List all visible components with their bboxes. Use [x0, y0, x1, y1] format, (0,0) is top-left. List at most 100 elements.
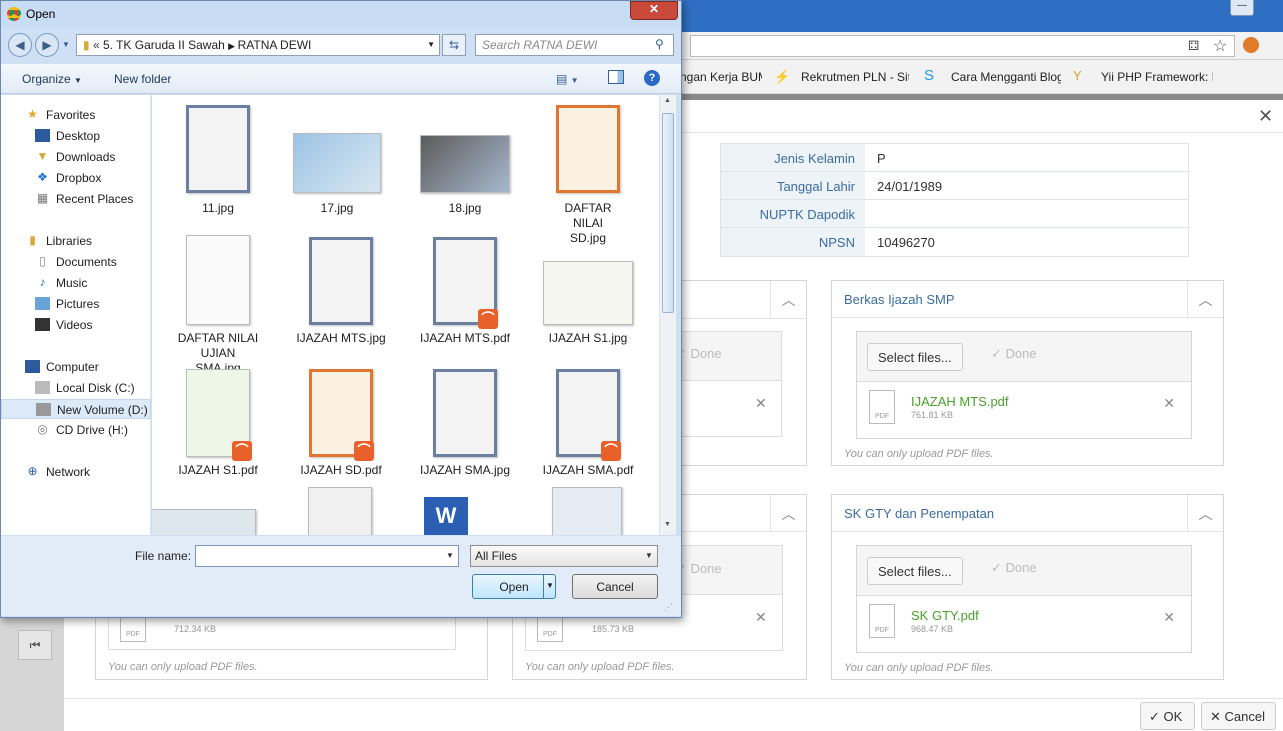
- nav-libraries[interactable]: ▮ Libraries: [1, 231, 151, 251]
- file-item[interactable]: DAFTAR NILAI SD.jpg: [529, 103, 647, 245]
- file-item[interactable]: ⌒ IJAZAH S1.pdf: [159, 367, 277, 497]
- dialog-cancel-button[interactable]: Cancel: [572, 574, 658, 599]
- file-name-dropdown-icon[interactable]: ▼: [446, 551, 454, 560]
- search-input[interactable]: Search RATNA DEWI: [475, 34, 674, 56]
- nav-label: New Volume (D:): [57, 403, 148, 417]
- new-folder-button[interactable]: New folder: [114, 72, 171, 86]
- nav-computer[interactable]: Computer: [1, 357, 151, 377]
- image-thumbnail[interactable]: [152, 509, 256, 535]
- file-item[interactable]: 17.jpg: [278, 103, 396, 233]
- view-menu-icon[interactable]: ▤ ▼: [556, 72, 579, 86]
- file-item[interactable]: IJAZAH MTS.jpg: [282, 235, 400, 365]
- done-button[interactable]: ✓ Done: [676, 561, 722, 577]
- breadcrumb[interactable]: ▮ « 5. TK Garuda II Sawah ▶ RATNA DEWI ▼: [76, 34, 440, 56]
- nav-label: Libraries: [46, 234, 93, 248]
- select-files-button[interactable]: Select files...: [867, 343, 963, 371]
- file-item[interactable]: 18.jpg: [406, 103, 524, 233]
- breadcrumb-item[interactable]: 5. TK Garuda II Sawah: [103, 38, 225, 52]
- chevron-down-icon[interactable]: ▼: [427, 40, 435, 49]
- upload-panel-ijazah-smp: Berkas Ijazah SMP ︿ Select files... ✓ Do…: [831, 280, 1224, 466]
- nav-dropbox[interactable]: ❖ Dropbox: [1, 168, 151, 188]
- computer-icon: [25, 360, 40, 373]
- dialog-cancel-label: Cancel: [596, 580, 634, 594]
- nav-favorites[interactable]: ★ Favorites: [1, 105, 151, 125]
- first-page-button[interactable]: ⏮: [18, 630, 52, 660]
- forward-button[interactable]: ▶: [35, 33, 59, 57]
- bookmark-item[interactable]: Yii PHP Framework: E: [1101, 70, 1213, 84]
- scroll-down-icon[interactable]: ▼: [664, 521, 671, 528]
- nav-cd-drive[interactable]: ◎ CD Drive (H:): [1, 420, 151, 440]
- done-button[interactable]: ✓ Done: [991, 346, 1037, 362]
- file-size: 712.34 KB: [174, 624, 217, 634]
- file-item[interactable]: DAFTAR NILAI UJIAN SMA.jpg: [159, 235, 277, 375]
- done-button[interactable]: ✓ Done: [991, 560, 1037, 576]
- nav-label: Videos: [56, 318, 93, 332]
- image-thumbnail[interactable]: [308, 487, 372, 535]
- bookmark-item[interactable]: Cara Mengganti Blog: [951, 70, 1061, 84]
- dialog-close-button[interactable]: ✕: [630, 1, 678, 20]
- cancel-button[interactable]: ✕ Cancel: [1201, 702, 1276, 730]
- file-type-dropdown-icon[interactable]: ▼: [645, 551, 653, 560]
- remove-file-icon[interactable]: ✕: [755, 395, 767, 412]
- nav-desktop[interactable]: Desktop: [1, 126, 151, 146]
- open-split-arrow[interactable]: ▼: [543, 575, 556, 598]
- nav-local-disk[interactable]: Local Disk (C:): [1, 378, 151, 398]
- remove-file-icon[interactable]: ✕: [1163, 609, 1175, 626]
- back-button[interactable]: ◀: [8, 33, 32, 57]
- preview-pane-icon[interactable]: [608, 70, 624, 84]
- info-row: NPSN 10496270: [721, 228, 1188, 256]
- file-item[interactable]: IJAZAH S1.jpg: [529, 235, 647, 365]
- address-bar[interactable]: [690, 35, 1235, 57]
- done-button[interactable]: ✓ Done: [676, 346, 722, 362]
- file-item[interactable]: ⌒ IJAZAH SD.pdf: [282, 367, 400, 497]
- file-item[interactable]: IJAZAH SMA.jpg: [406, 367, 524, 497]
- help-icon[interactable]: ?: [644, 70, 660, 86]
- nav-documents[interactable]: ▯ Documents: [1, 252, 151, 272]
- nav-downloads[interactable]: ▼ Downloads: [1, 147, 151, 167]
- nav-videos[interactable]: Videos: [1, 315, 151, 335]
- dialog-title: Open: [26, 7, 56, 21]
- image-thumbnail: [543, 261, 633, 325]
- nav-new-volume[interactable]: New Volume (D:): [1, 399, 151, 419]
- star-icon: ★: [27, 107, 38, 121]
- extension-icon[interactable]: [1243, 37, 1259, 53]
- file-item[interactable]: ⌒ IJAZAH MTS.pdf: [406, 235, 524, 365]
- file-name-input[interactable]: [195, 545, 459, 567]
- file-name[interactable]: SK GTY.pdf: [911, 608, 979, 623]
- upload-bar: Select files... ✓ Done: [857, 546, 1191, 596]
- select-files-button[interactable]: Select files...: [867, 557, 963, 585]
- nav-recent-places[interactable]: ▦ Recent Places: [1, 189, 151, 209]
- bookmark-item[interactable]: ngan Kerja BUM: [680, 70, 762, 84]
- remove-file-icon[interactable]: ✕: [755, 609, 767, 626]
- remove-file-icon[interactable]: ✕: [1163, 395, 1175, 412]
- nav-label: Favorites: [46, 108, 96, 122]
- scroll-thumb[interactable]: [662, 113, 674, 313]
- file-item[interactable]: 11.jpg: [159, 103, 277, 233]
- breadcrumb-item[interactable]: RATNA DEWI: [238, 38, 312, 52]
- nav-network[interactable]: ⊕ Network: [1, 462, 151, 482]
- nav-pictures[interactable]: Pictures: [1, 294, 151, 314]
- recent-locations-icon[interactable]: ▼: [62, 40, 70, 49]
- scroll-up-icon[interactable]: ▲: [664, 97, 671, 104]
- modal-close-icon[interactable]: ✕: [1258, 106, 1273, 127]
- resize-grip-icon[interactable]: ⋰: [664, 602, 673, 613]
- ok-button[interactable]: ✓ OK: [1140, 702, 1195, 730]
- word-document-icon[interactable]: W: [424, 497, 468, 535]
- file-item[interactable]: ⌒ IJAZAH SMA.pdf: [529, 367, 647, 497]
- file-name[interactable]: IJAZAH MTS.pdf: [911, 394, 1009, 409]
- star-icon[interactable]: ☆: [1213, 36, 1227, 56]
- pdf-badge-icon: ⌒: [601, 441, 621, 461]
- collapse-icon[interactable]: ︿: [770, 495, 806, 532]
- organize-button[interactable]: Organize ▼: [22, 72, 82, 86]
- refresh-icon[interactable]: ⇆: [442, 34, 466, 56]
- bookmark-item[interactable]: Rekrutmen PLN - Sit: [801, 70, 909, 84]
- minimize-button[interactable]: —: [1230, 0, 1254, 16]
- collapse-icon[interactable]: ︿: [770, 281, 806, 318]
- collapse-icon[interactable]: ︿: [1187, 495, 1223, 532]
- collapse-icon[interactable]: ︿: [1187, 281, 1223, 318]
- nav-music[interactable]: ♪ Music: [1, 273, 151, 293]
- translate-icon[interactable]: ⚃: [1188, 38, 1199, 54]
- image-thumbnail[interactable]: [552, 487, 622, 535]
- file-type-select[interactable]: All Files: [470, 545, 658, 567]
- file-grid-scrollbar[interactable]: ▲ ▼: [659, 95, 676, 535]
